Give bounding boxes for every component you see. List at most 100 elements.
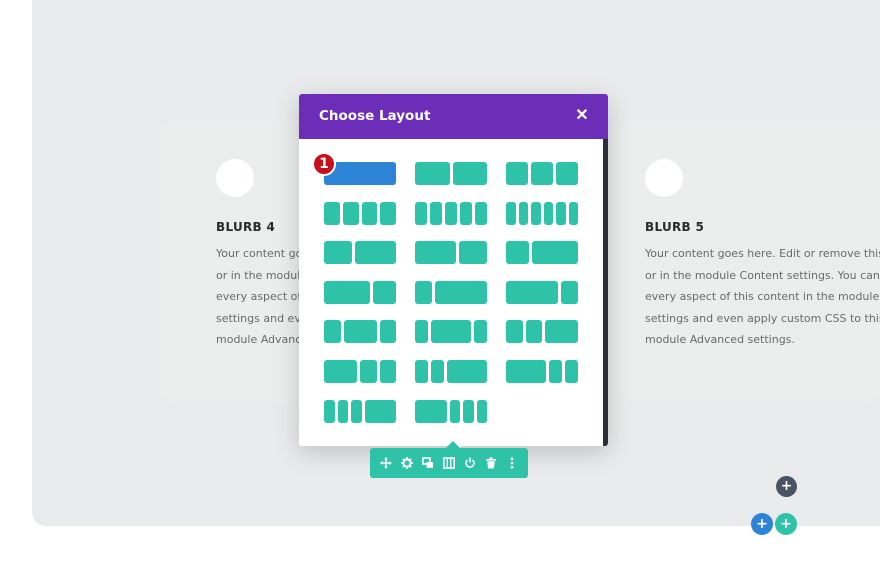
layout-option-2-5-3-5[interactable] [324, 241, 396, 265]
layout-column [506, 241, 529, 265]
layout-option-1-5-1-5-3-5[interactable] [415, 360, 487, 383]
blurb-text-line: settings and even apply custom CSS to th… [216, 311, 306, 325]
layout-column [364, 399, 396, 423]
blurb-text-line: or in the module Content settings. You c… [645, 268, 880, 282]
layout-column [506, 320, 523, 344]
layout-column [506, 201, 516, 225]
layout-option-3-4-1-4[interactable] [506, 280, 578, 304]
add-row-button[interactable]: + [751, 513, 773, 535]
layout-column [543, 201, 553, 225]
layout-option-1-4-1-2-1-4[interactable] [324, 320, 396, 344]
layout-option-1-2-1-4-1-4[interactable] [324, 360, 396, 383]
layout-column [430, 201, 442, 225]
layout-option-1-6-1-6-1-6-1-2[interactable] [324, 399, 396, 423]
layout-column [460, 201, 472, 225]
layout-column [531, 201, 541, 225]
add-section-button[interactable]: + [775, 513, 797, 535]
layout-column [531, 162, 553, 185]
power-icon[interactable] [463, 456, 478, 471]
layout-column [445, 201, 457, 225]
layout-column [415, 241, 457, 265]
layout-option-1-5x5[interactable] [415, 201, 487, 225]
layout-option-1-5-3-5-1-5[interactable] [415, 320, 487, 344]
layout-option-2-3-1-3[interactable] [324, 280, 396, 304]
blurb-5-icon-circle [645, 159, 683, 197]
layout-column [447, 360, 487, 383]
blurb-text-line: Your content goes here. Edit or remove t… [216, 247, 306, 260]
layout-column [545, 320, 578, 344]
modal-title: Choose Layout [319, 108, 431, 124]
layout-column [463, 399, 474, 423]
layout-column [452, 162, 487, 185]
layout-column [415, 399, 447, 423]
blurb-text-line: module Advanced settings. [645, 333, 795, 346]
layout-option-1-6x6[interactable] [506, 201, 578, 225]
layout-column [415, 280, 433, 304]
columns-icon[interactable] [442, 456, 457, 471]
layout-column [556, 201, 566, 225]
trash-icon[interactable] [484, 456, 499, 471]
layout-column [532, 241, 578, 265]
layout-column [568, 201, 578, 225]
layout-column [560, 280, 578, 304]
layout-option-1-4-1-4-1-2[interactable] [506, 320, 578, 344]
move-icon[interactable] [379, 456, 394, 471]
modal-header: Choose Layout ✕ [299, 94, 608, 139]
layout-column [343, 320, 377, 344]
layout-column [435, 280, 487, 304]
layout-column [342, 201, 359, 225]
layout-option-1-4x4[interactable] [324, 201, 396, 225]
blurb-4-icon-circle [216, 159, 254, 197]
layout-column [431, 320, 471, 344]
layout-column [506, 360, 546, 383]
layout-option-1-4-3-4[interactable] [415, 280, 487, 304]
layout-option-3-5-1-5-1-5[interactable] [506, 360, 578, 383]
blurb-4-title: BLURB 4 [216, 220, 276, 234]
duplicate-icon[interactable] [421, 456, 436, 471]
gear-icon[interactable] [400, 456, 415, 471]
step-badge: 1 [312, 152, 336, 176]
modal-scrollbar[interactable] [603, 139, 608, 446]
layout-column [506, 280, 558, 304]
layout-option-3-5-2-5[interactable] [415, 241, 487, 265]
page-footer-area [0, 526, 880, 569]
layout-column [506, 162, 528, 185]
close-icon[interactable]: ✕ [570, 104, 594, 128]
blurb-5-text: Your content goes here. Edit or remove t… [645, 243, 880, 351]
layout-column [476, 399, 487, 423]
layout-column [373, 280, 396, 304]
layout-column [564, 360, 578, 383]
add-module-button[interactable]: + [776, 476, 797, 497]
row-toolbar [370, 448, 528, 478]
blurb-text-line: module Advanced settings. [216, 333, 306, 346]
layout-column [360, 360, 377, 383]
layout-column [415, 162, 450, 185]
layout-column [324, 360, 357, 383]
layout-column [431, 360, 445, 383]
layout-column [379, 360, 396, 383]
layout-option-1-2-1-2[interactable] [415, 162, 487, 185]
layout-column [354, 241, 396, 265]
layout-column [475, 201, 487, 225]
layout-column [459, 241, 487, 265]
blurb-5-title: BLURB 5 [645, 220, 705, 234]
layout-column [415, 360, 429, 383]
layout-option-1-3-1-3-1-3[interactable] [506, 162, 578, 185]
layout-column [556, 162, 578, 185]
layout-column [380, 201, 396, 225]
layout-column [379, 320, 396, 344]
layout-column [518, 201, 528, 225]
more-icon[interactable] [505, 456, 520, 471]
layout-column [525, 320, 542, 344]
layout-column [415, 201, 427, 225]
layout-option-1-3-2-3[interactable] [506, 241, 578, 265]
blurb-text-line: Your content goes here. Edit or remove t… [645, 247, 880, 260]
layout-option-1-2-1-6-1-6-1-6[interactable] [415, 399, 487, 423]
layout-column [324, 399, 335, 423]
blurb-text-line: every aspect of this content in the modu… [645, 290, 880, 303]
blurb-text-line: settings and even apply custom CSS to th… [645, 311, 880, 325]
blurb-text-line: or in the module Content settings. You c… [216, 268, 306, 282]
layout-column [324, 320, 341, 344]
blurb-text-line: every aspect of this content in the modu… [216, 290, 306, 303]
layout-column [473, 320, 487, 344]
